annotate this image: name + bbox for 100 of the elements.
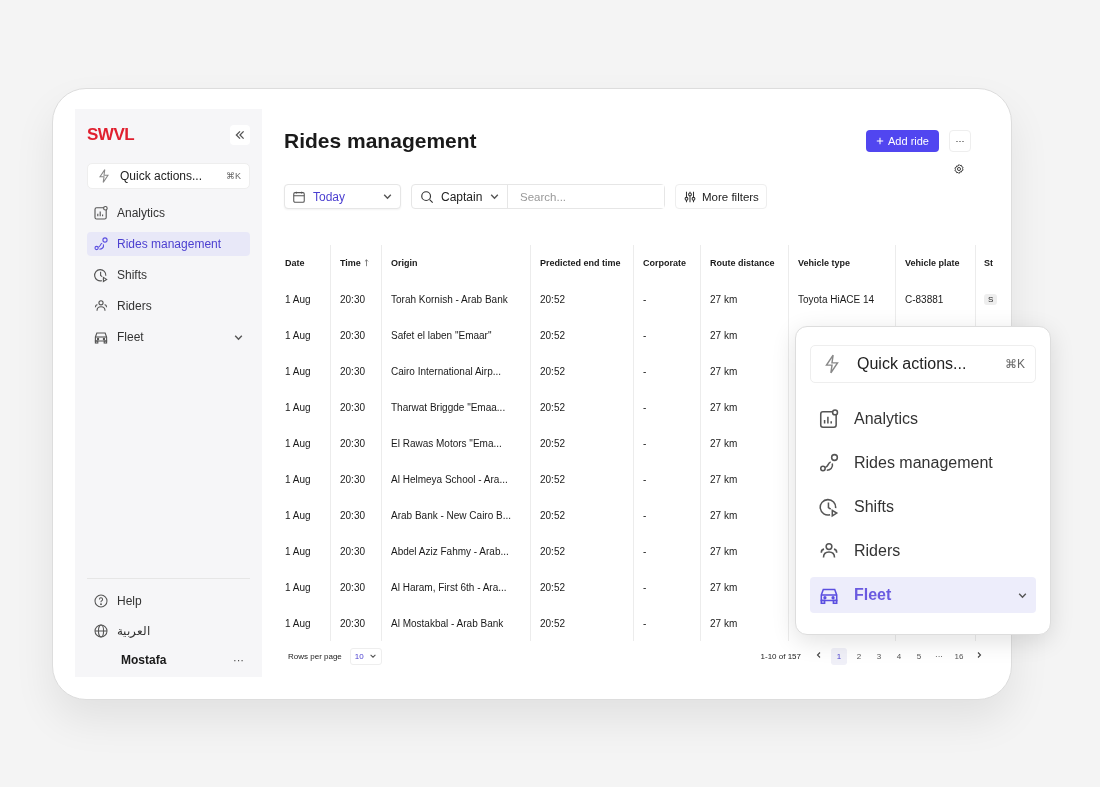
table-cell: 1 Aug [285, 401, 311, 413]
table-cell: Abdel Aziz Fahmy - Arab... [391, 545, 509, 557]
page-button[interactable]: 3 [871, 647, 887, 665]
table-cell: - [643, 509, 647, 521]
table-cell: C-83881 [905, 293, 944, 305]
nav-item[interactable]: Rides management [810, 445, 1036, 481]
sort-arrow-icon [363, 259, 369, 267]
calendar-icon [292, 189, 306, 204]
column-header: Time [331, 245, 382, 281]
table-cell: 1 Aug [285, 365, 311, 377]
nav-item[interactable]: Shifts [87, 263, 250, 287]
date-dropdown[interactable]: Today [284, 184, 401, 209]
page-button[interactable]: ··· [931, 647, 947, 665]
table-cell: Al Helmeya School - Ara... [391, 473, 508, 485]
table-cell: Arab Bank - New Cairo B... [391, 509, 512, 521]
table-cell: 1 Aug [285, 617, 311, 629]
clock-icon [818, 496, 840, 518]
nav-item[interactable]: Analytics [87, 201, 250, 225]
table-cell: 20:52 [540, 581, 566, 593]
column-header: St [976, 245, 1001, 281]
rows-per-page-label: Rows per page [288, 651, 342, 661]
table-cell: Al Mostakbal - Arab Bank [391, 617, 504, 629]
column-header: Vehicle type [789, 245, 896, 281]
table-cell: 20:30 [340, 509, 366, 521]
nav-item[interactable]: Riders [87, 294, 250, 318]
nav-item[interactable]: Rides management [87, 232, 250, 256]
add-ride-button[interactable]: Add ride [866, 130, 939, 152]
table-cell: 20:52 [540, 365, 566, 377]
nav-item[interactable]: Riders [810, 533, 1036, 569]
lightning-icon [96, 168, 112, 184]
column-header: Origin [382, 245, 531, 281]
table-cell: 27 km [710, 617, 738, 629]
table-cell: 1 Aug [285, 329, 311, 341]
table-cell: - [643, 545, 647, 557]
rows-per-page-dropdown[interactable]: 10 [349, 647, 382, 665]
table-cell: 27 km [710, 329, 738, 341]
page-button[interactable]: 5 [911, 647, 927, 665]
page-button[interactable]: 2 [851, 647, 867, 665]
collapse-sidebar-button[interactable] [230, 125, 250, 145]
table-cell: 20:52 [540, 509, 566, 521]
column-header: Corporate [634, 245, 701, 281]
quick-actions-button[interactable]: Quick actions... ⌘K [810, 345, 1036, 383]
table-cell: 27 km [710, 437, 738, 449]
page-button[interactable]: 4 [891, 647, 907, 665]
table-cell: Toyota HiACE 14 [798, 293, 875, 305]
nav-item[interactable]: Analytics [810, 401, 1036, 437]
user-more-button[interactable]: ··· [233, 654, 244, 666]
double-chevron-left-icon [234, 129, 246, 141]
table-cell: Al Haram, First 6th - Ara... [391, 581, 507, 593]
table-cell: Safet el laben "Emaar" [391, 329, 492, 341]
table-cell: Torah Kornish - Arab Bank [391, 293, 508, 305]
route-icon [818, 452, 840, 474]
more-button[interactable]: ··· [949, 130, 971, 152]
table-cell: 20:30 [340, 365, 366, 377]
table-cell: - [643, 581, 647, 593]
help-icon [93, 593, 109, 609]
table-cell: 20:30 [340, 329, 366, 341]
table-cell: 20:30 [340, 293, 366, 305]
column-header: Date [283, 245, 331, 281]
table-cell: - [643, 401, 647, 413]
nav-item[interactable]: Fleet [810, 577, 1036, 613]
page-button[interactable]: 1 [831, 647, 847, 665]
table-cell: - [643, 617, 647, 629]
table-cell: - [643, 473, 647, 485]
column-header: Predicted end time [531, 245, 634, 281]
nav-item[interactable]: Fleet [87, 325, 250, 349]
page-button[interactable]: 16 [951, 647, 967, 665]
table-cell: 27 km [710, 293, 738, 305]
table-cell: 20:52 [540, 617, 566, 629]
quick-actions-button[interactable]: Quick actions... ⌘K [87, 163, 250, 189]
language-link[interactable]: العربية [87, 619, 250, 643]
table-cell: - [643, 293, 647, 305]
table-cell: El Rawas Motors "Ema... [391, 437, 502, 449]
table-cell: - [643, 329, 647, 341]
table-cell: 1 Aug [285, 293, 311, 305]
table-cell: 20:52 [540, 293, 566, 305]
search-icon [420, 189, 434, 204]
logo: SWVL [87, 125, 135, 145]
table-cell: 20:30 [340, 473, 366, 485]
search-field[interactable]: Captain Search... [411, 184, 665, 209]
more-filters-button[interactable]: More filters [675, 184, 767, 209]
table-cell: 27 km [710, 545, 738, 557]
globe-icon [93, 623, 109, 639]
table-cell: 27 km [710, 581, 738, 593]
chevron-left-icon [815, 651, 823, 659]
sliders-icon [683, 189, 697, 204]
table-cell: 20:52 [540, 545, 566, 557]
help-link[interactable]: Help [87, 589, 250, 613]
table-cell: 1 Aug [285, 509, 311, 521]
table-cell: 1 Aug [285, 437, 311, 449]
nav-item[interactable]: Shifts [810, 489, 1036, 525]
table-cell: - [643, 365, 647, 377]
table-cell: 20:30 [340, 437, 366, 449]
chevron-down-icon [368, 652, 377, 660]
route-icon [93, 236, 109, 252]
table-cell: 27 km [710, 365, 738, 377]
settings-icon[interactable] [953, 163, 965, 175]
page-title: Rides management [284, 129, 477, 153]
table-cell: 20:30 [340, 545, 366, 557]
table-cell: 1 Aug [285, 545, 311, 557]
